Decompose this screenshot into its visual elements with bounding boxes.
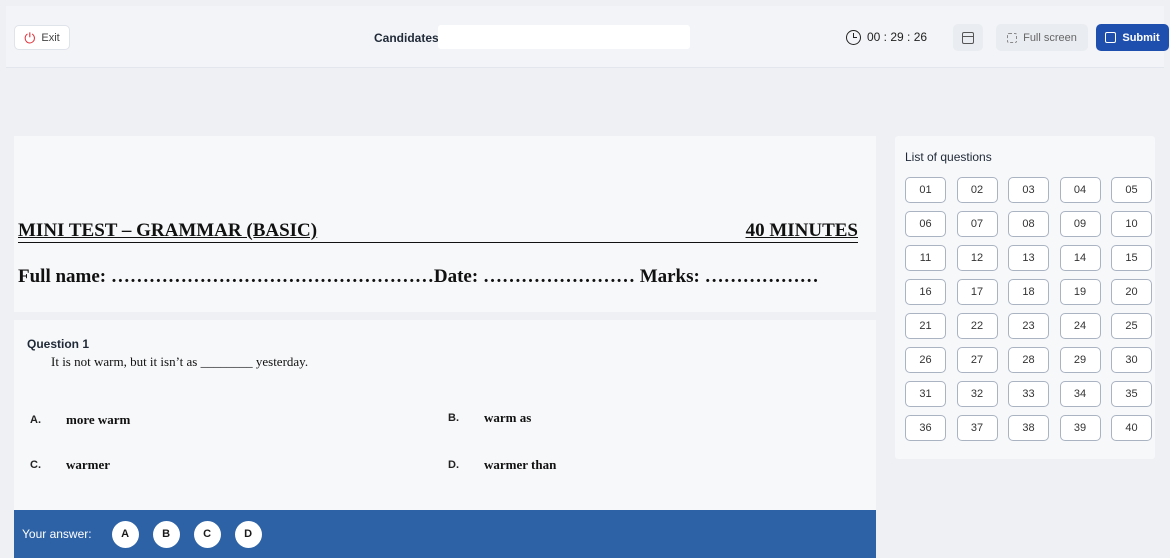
question-number-button[interactable]: 26 (905, 347, 946, 373)
timer-value: 00 : 29 : 26 (867, 30, 928, 44)
answer-bar: Your answer: A B C D (14, 510, 876, 558)
paper-info-line: Full name: ……………………………………………Date: ………………… (18, 266, 819, 287)
option-text: warmer than (484, 457, 557, 472)
question-number-button[interactable]: 07 (956, 211, 998, 237)
fullscreen-icon (1007, 32, 1018, 43)
option-letter: A. (30, 414, 41, 426)
question-list-panel: List of questions 01 02 03 04 05 06 07 08 09 10 11… (895, 136, 1155, 459)
question-number-button[interactable]: 10 (1111, 211, 1152, 237)
question-number-button[interactable]: 16 (905, 279, 946, 305)
submit-label: Submit (1122, 31, 1160, 44)
question-number-button[interactable]: 15 (1111, 245, 1152, 271)
question-number-button[interactable]: 32 (956, 381, 998, 407)
question-number-button[interactable]: 33 (1008, 381, 1049, 407)
candidates-label: Candidates: (374, 31, 443, 45)
answer-button-c[interactable]: C (193, 520, 221, 548)
test-paper-header: MINI TEST – GRAMMAR (BASIC) 40 MINUTES F… (14, 136, 876, 312)
exit-label: Exit (41, 31, 60, 44)
clock-icon (846, 29, 861, 45)
full-screen-label: Full screen (1023, 31, 1077, 44)
question-number-button[interactable]: 38 (1008, 415, 1049, 441)
paper-title-right: 40 MINUTES (745, 220, 858, 241)
question-number-button[interactable]: 34 (1059, 381, 1101, 407)
paper-title: MINI TEST – GRAMMAR (BASIC) 40 MINUTES (18, 220, 858, 243)
question-number-button[interactable]: 24 (1059, 313, 1101, 339)
option-a[interactable]: A. more warm (30, 412, 130, 428)
question-number-button[interactable]: 18 (1008, 279, 1049, 305)
option-letter: C. (30, 459, 41, 471)
answer-button-b[interactable]: B (152, 520, 180, 548)
option-c[interactable]: C. warmer (30, 457, 110, 473)
question-number-button[interactable]: 01 (905, 177, 946, 203)
question-number-button[interactable]: 37 (956, 415, 998, 441)
question-number-button[interactable]: 05 (1111, 177, 1152, 203)
question-list-title: List of questions (905, 150, 992, 164)
option-text: more warm (66, 412, 131, 427)
question-number-button[interactable]: 27 (956, 347, 998, 373)
question-number-button[interactable]: 22 (956, 313, 998, 339)
question-number-button[interactable]: 11 (905, 245, 946, 271)
question-number-button[interactable]: 31 (905, 381, 946, 407)
question-number-button[interactable]: 06 (905, 211, 946, 237)
edit-icon (1105, 32, 1117, 43)
timer: 00 : 29 : 26 (846, 25, 927, 49)
answer-button-a[interactable]: A (111, 520, 139, 548)
option-text: warm as (484, 410, 532, 425)
question-number-button[interactable]: 40 (1111, 415, 1152, 441)
your-answer-label: Your answer: (22, 527, 92, 541)
question-number-button[interactable]: 17 (956, 279, 998, 305)
question-number-button[interactable]: 23 (1008, 313, 1049, 339)
question-number-button[interactable]: 29 (1059, 347, 1101, 373)
question-number-button[interactable]: 25 (1111, 313, 1152, 339)
question-number-button[interactable]: 28 (1008, 347, 1049, 373)
layout-icon (962, 31, 974, 44)
option-text: warmer (66, 457, 111, 472)
top-bar: ⏻ Exit Candidates: 00 : 29 : 26 Full scr… (6, 6, 1169, 68)
question-number-button[interactable]: 02 (956, 177, 998, 203)
question-number-button[interactable]: 13 (1008, 245, 1049, 271)
question-number-button[interactable]: 30 (1111, 347, 1152, 373)
question-card: Question 1 It is not warm, but it isn’t … (14, 320, 876, 510)
power-icon: ⏻ (24, 29, 36, 46)
question-number-button[interactable]: 21 (905, 313, 946, 339)
exit-button[interactable]: ⏻ Exit (14, 25, 70, 50)
option-letter: D. (448, 459, 459, 471)
question-number-button[interactable]: 36 (905, 415, 946, 441)
question-number-button[interactable]: 04 (1059, 177, 1101, 203)
question-number-button[interactable]: 12 (956, 245, 998, 271)
answer-button-d[interactable]: D (234, 520, 262, 548)
question-text: It is not warm, but it isn’t as ________… (51, 354, 309, 369)
option-letter: B. (448, 412, 459, 424)
question-number-button[interactable]: 39 (1059, 415, 1101, 441)
question-number-button[interactable]: 14 (1059, 245, 1101, 271)
option-d[interactable]: D. warmer than (448, 457, 556, 473)
layout-toggle-button[interactable] (953, 24, 983, 51)
question-number-button[interactable]: 03 (1008, 177, 1049, 203)
question-number-button[interactable]: 19 (1059, 279, 1101, 305)
question-grid: 01 02 03 04 05 06 07 08 09 10 11 12 13 14 15 16 17 18 19 20… (905, 177, 1152, 441)
question-number-button[interactable]: 20 (1111, 279, 1152, 305)
question-heading: Question 1 (27, 337, 90, 351)
question-number-button[interactable]: 08 (1008, 211, 1049, 237)
full-screen-button[interactable]: Full screen (996, 24, 1088, 51)
paper-title-left: MINI TEST – GRAMMAR (BASIC) (18, 220, 318, 241)
candidates-input[interactable] (438, 25, 690, 49)
option-b[interactable]: B. warm as (448, 410, 531, 426)
question-number-button[interactable]: 35 (1111, 381, 1152, 407)
question-number-button[interactable]: 09 (1059, 211, 1101, 237)
submit-button[interactable]: Submit (1096, 24, 1169, 51)
